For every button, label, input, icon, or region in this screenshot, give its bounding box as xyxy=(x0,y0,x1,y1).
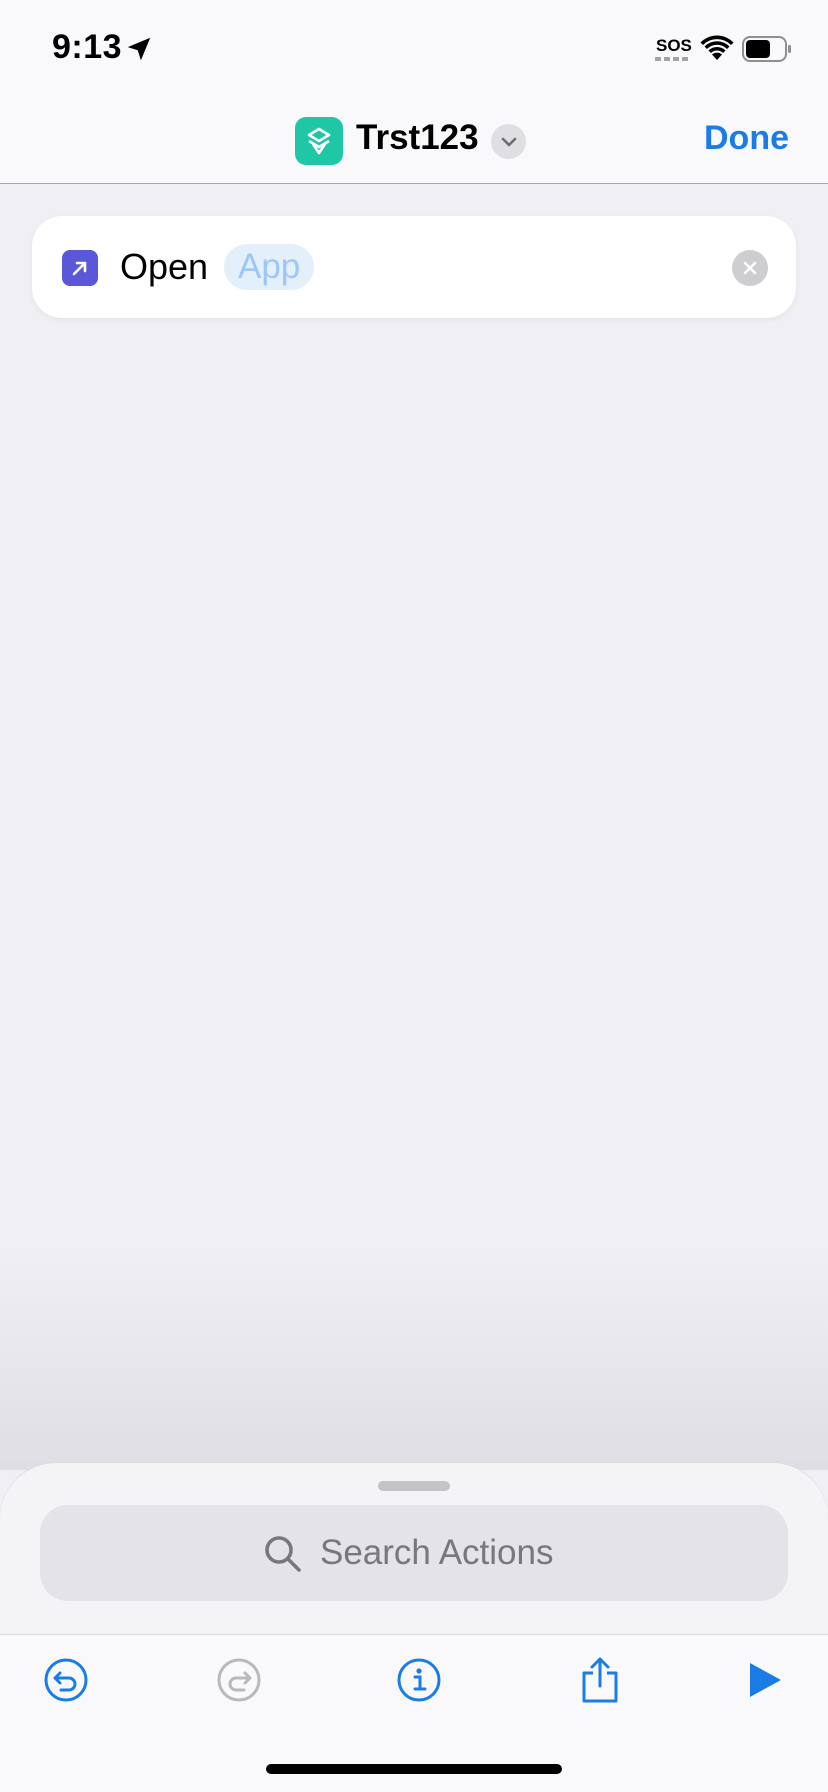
open-app-arrow-icon xyxy=(62,250,98,286)
undo-icon[interactable] xyxy=(42,1656,90,1704)
signal-dots xyxy=(655,57,689,61)
action-verb-label: Open xyxy=(120,246,209,287)
content-fade xyxy=(0,1250,828,1470)
sos-indicator: SOS xyxy=(656,36,692,55)
play-icon[interactable] xyxy=(740,1656,788,1704)
home-indicator xyxy=(266,1764,562,1774)
shortcuts-app-icon[interactable] xyxy=(295,117,343,165)
share-icon[interactable] xyxy=(576,1656,624,1704)
remove-x-icon[interactable] xyxy=(732,250,768,286)
open-app-action-card[interactable]: Open App xyxy=(32,216,796,318)
chevron-down-icon[interactable] xyxy=(491,124,526,159)
shortcut-editor-screen: 9:13 SOS Trst123 Done Open App Search Ac… xyxy=(0,0,828,1792)
search-placeholder: Search Actions xyxy=(320,1533,554,1572)
search-icon xyxy=(265,1536,301,1572)
redo-icon[interactable] xyxy=(215,1656,263,1704)
shortcut-title[interactable]: Trst123 xyxy=(356,118,479,158)
battery-icon xyxy=(742,36,791,62)
status-time: 9:13 xyxy=(52,28,123,66)
top-bar: 9:13 SOS Trst123 Done xyxy=(0,0,828,184)
location-arrow-icon xyxy=(127,37,151,61)
sheet-grabber[interactable] xyxy=(378,1481,450,1491)
wifi-icon xyxy=(700,35,734,60)
info-icon[interactable] xyxy=(395,1656,443,1704)
done-button[interactable]: Done xyxy=(704,119,789,158)
app-parameter-token[interactable]: App xyxy=(224,244,315,290)
